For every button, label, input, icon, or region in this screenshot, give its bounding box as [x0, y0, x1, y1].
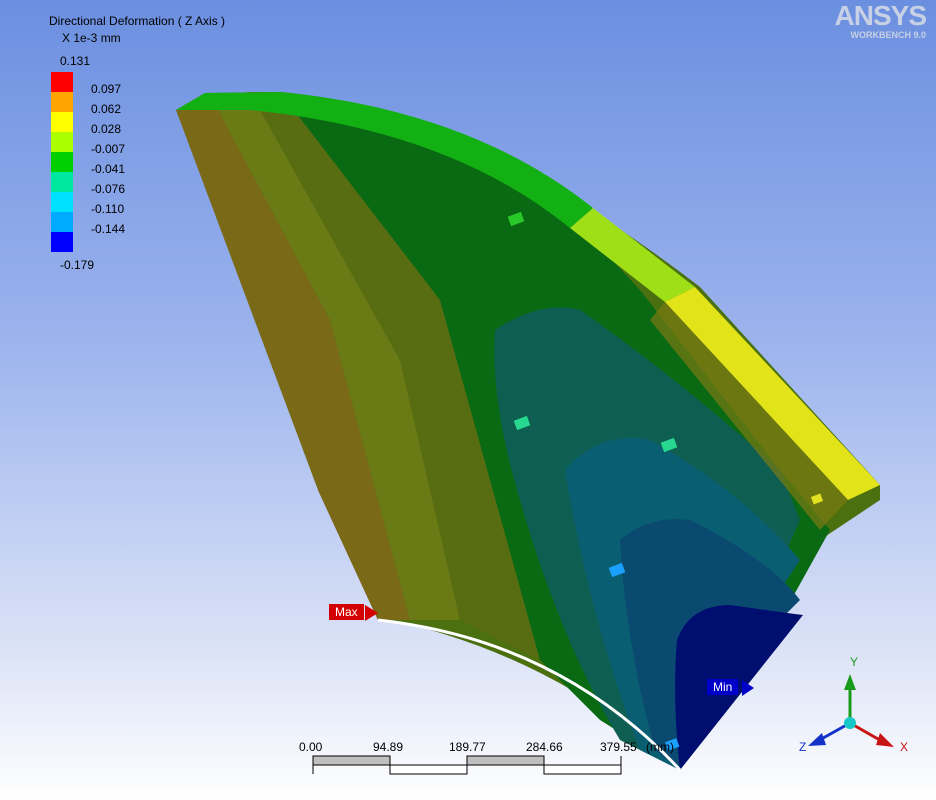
scale-tick-label: 189.77	[449, 740, 486, 754]
scale-tick-label: 284.66	[526, 740, 563, 754]
model-viewport[interactable]	[0, 0, 936, 800]
scale-tick-label: 379.55	[600, 740, 637, 754]
scale-unit-label: (mm)	[646, 740, 674, 754]
scale-tick-label: 0.00	[299, 740, 323, 754]
triad-x-label: X	[900, 740, 909, 754]
scale-tick-label: 94.89	[373, 740, 404, 754]
axis-triad[interactable]	[808, 674, 894, 747]
triad-z-label: Z	[799, 740, 807, 754]
triad-y-label: Y	[850, 655, 859, 669]
scale-bar	[312, 755, 622, 775]
contour-band-min	[675, 605, 803, 770]
max-probe-label: Max	[329, 604, 364, 620]
min-probe-label: Min	[707, 679, 739, 695]
